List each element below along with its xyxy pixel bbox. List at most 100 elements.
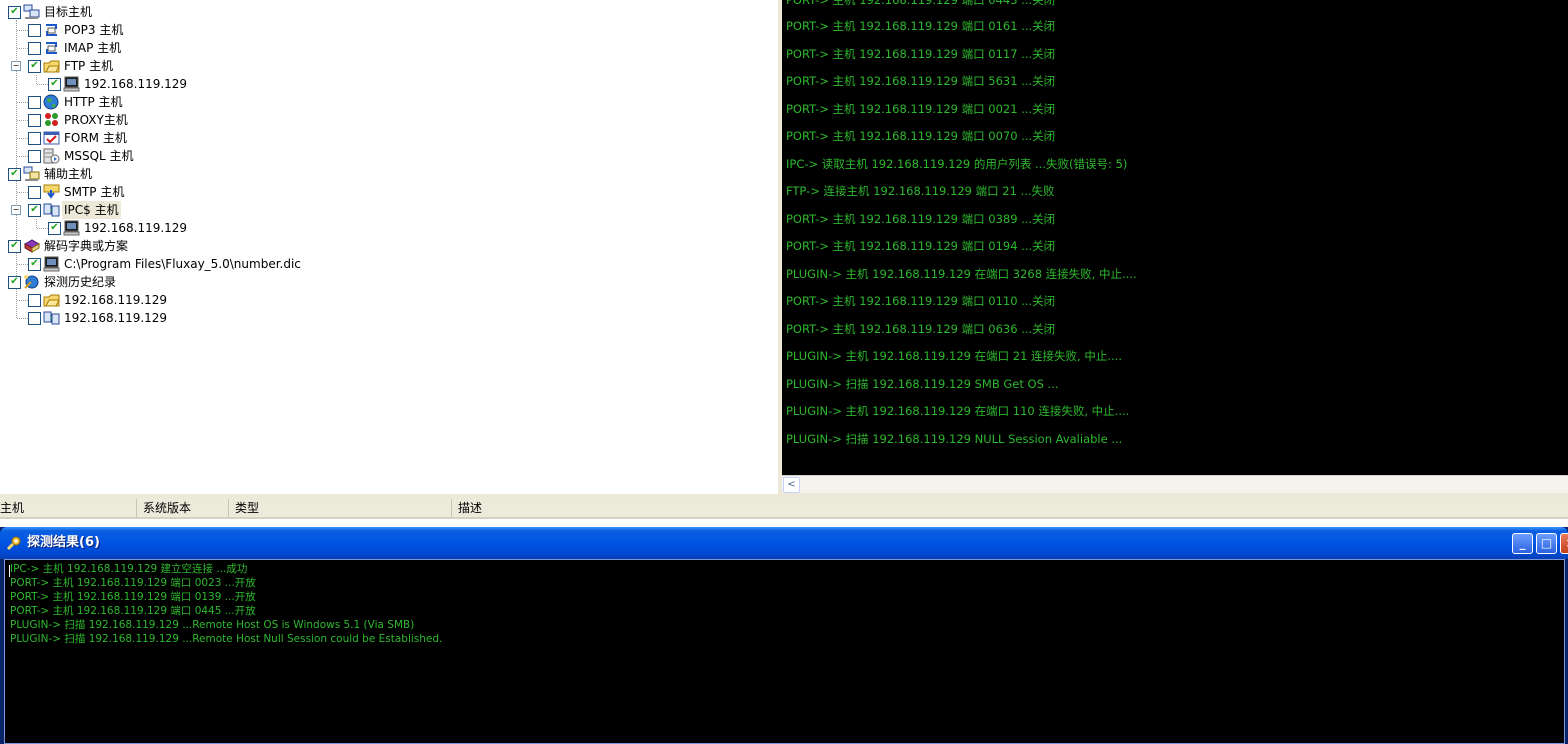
column-header-description[interactable]: 描述 xyxy=(452,499,1568,517)
tree-node-label: FORM 主机 xyxy=(64,131,127,145)
tree-node-history-item[interactable]: 192.168.119.129 xyxy=(28,291,169,309)
log-line: PORT-> 主机 192.168.119.129 端口 0117 ...关闭 xyxy=(786,47,1056,61)
scan-log-panel[interactable]: PORT-> 主机 192.168.119.129 端口 0443 ...关闭 … xyxy=(782,0,1568,475)
tree-node-form[interactable]: FORM 主机 xyxy=(28,129,129,147)
checkbox[interactable] xyxy=(28,41,41,55)
tree-connector xyxy=(17,156,28,157)
tree-node-history-item[interactable]: 192.168.119.129 xyxy=(28,309,169,327)
tree-node-label: 目标主机 xyxy=(44,5,93,19)
network-hosts-icon xyxy=(23,4,40,19)
close-button[interactable]: × xyxy=(1560,533,1568,554)
checkbox[interactable]: ✔ xyxy=(48,77,61,91)
tree-node-target-hosts[interactable]: ✔ 目标主机 xyxy=(8,3,94,21)
tree-node-label: HTTP 主机 xyxy=(64,95,123,109)
checkbox[interactable] xyxy=(28,311,41,325)
checkbox[interactable] xyxy=(28,185,41,199)
log-line: PORT-> 主机 192.168.119.129 端口 0389 ...关闭 xyxy=(786,212,1056,226)
log-line: PLUGIN-> 主机 192.168.119.129 在端口 110 连接失败… xyxy=(786,404,1130,418)
tree-connector xyxy=(37,228,48,229)
tree-node-pop3[interactable]: POP3 主机 xyxy=(28,21,125,39)
column-header-os-version[interactable]: 系统版本 xyxy=(137,499,229,517)
checkbox[interactable] xyxy=(28,23,41,37)
results-table-header: 主机 系统版本 类型 描述 xyxy=(0,499,1568,519)
tree-connector xyxy=(17,264,28,265)
log-line: FTP-> 连接主机 192.168.119.129 端口 21 ...失败 xyxy=(786,184,1055,198)
ipc-share-icon xyxy=(43,311,60,325)
checkbox[interactable]: ✔ xyxy=(8,5,21,19)
checkbox[interactable]: ✔ xyxy=(8,275,21,289)
network-hosts-icon xyxy=(23,166,40,181)
tree-node-http[interactable]: HTTP 主机 xyxy=(28,93,125,111)
tree-node-ftp[interactable]: ✔ FTP 主机 xyxy=(28,57,115,75)
tree-node-auxiliary-hosts[interactable]: ✔ 辅助主机 xyxy=(8,165,94,183)
tree-node-mssql[interactable]: MSSQL 主机 xyxy=(28,147,136,165)
tree-connector xyxy=(17,138,28,139)
tree-node-imap[interactable]: IMAP 主机 xyxy=(28,39,123,57)
computer-icon xyxy=(63,220,80,236)
computer-icon xyxy=(63,76,80,92)
log-line: PLUGIN-> 扫描 192.168.119.129 NULL Session… xyxy=(786,432,1123,446)
mail-exchange-icon xyxy=(46,24,57,36)
checkbox[interactable]: ✔ xyxy=(28,257,41,271)
result-line: IPC-> 主机 192.168.119.129 建立空连接 ...成功 xyxy=(10,563,248,575)
tree-node-label: FTP 主机 xyxy=(64,59,114,73)
checkbox[interactable] xyxy=(28,149,41,163)
result-line: PORT-> 主机 192.168.119.129 端口 0445 ...开放 xyxy=(10,605,256,617)
checkbox[interactable] xyxy=(28,131,41,145)
checkbox[interactable]: ✔ xyxy=(48,221,61,235)
tree-node-proxy[interactable]: PROXY主机 xyxy=(28,111,130,129)
tree-node-history[interactable]: ✔ 探测历史纪录 xyxy=(8,273,118,291)
tree-node-ipc[interactable]: ✔ IPC$ 主机 xyxy=(28,201,121,219)
tree-node-dictionary[interactable]: ✔ 解码字典或方案 xyxy=(8,237,130,255)
log-line: PORT-> 主机 192.168.119.129 端口 5631 ...关闭 xyxy=(786,74,1056,88)
form-check-icon xyxy=(43,131,60,145)
probe-results-icon xyxy=(6,536,21,551)
window-titlebar[interactable]: 探测结果(6) _ □ × xyxy=(0,527,1568,559)
tree-node-label: 探测历史纪录 xyxy=(44,275,117,289)
checkbox[interactable] xyxy=(28,95,41,109)
result-line: PLUGIN-> 扫描 192.168.119.129 ...Remote Ho… xyxy=(10,633,443,645)
tree-node-label: 解码字典或方案 xyxy=(44,239,129,253)
checkbox[interactable]: ✔ xyxy=(28,59,41,73)
log-line: PORT-> 主机 192.168.119.129 端口 0443 ...关闭 xyxy=(786,0,1056,7)
ipc-share-icon xyxy=(43,203,60,217)
checkbox[interactable] xyxy=(28,293,41,307)
tree-node-label: 辅助主机 xyxy=(44,167,93,181)
tree-node-ftp-host[interactable]: ✔ 192.168.119.129 xyxy=(48,75,189,93)
results-table-body[interactable] xyxy=(0,519,1568,527)
tree-node-label: C:\Program Files\Fluxay_5.0\number.dic xyxy=(64,257,301,271)
result-line: PORT-> 主机 192.168.119.129 端口 0139 ...开放 xyxy=(10,591,256,603)
maximize-button[interactable]: □ xyxy=(1536,533,1557,554)
checkbox[interactable] xyxy=(28,113,41,127)
tree-node-label: POP3 主机 xyxy=(64,23,124,37)
result-line: PORT-> 主机 192.168.119.129 端口 0023 ...开放 xyxy=(10,577,256,589)
tree-node-smtp[interactable]: SMTP 主机 xyxy=(28,183,126,201)
checkbox[interactable]: ✔ xyxy=(28,203,41,217)
expand-collapse-toggle[interactable]: − xyxy=(11,205,21,215)
tree-connector xyxy=(17,102,28,103)
mail-exchange-icon xyxy=(46,42,57,54)
log-line: PORT-> 主机 192.168.119.129 端口 0110 ...关闭 xyxy=(786,294,1056,308)
tree-connector xyxy=(36,219,37,228)
dictionary-book-icon xyxy=(23,239,40,253)
log-line: PORT-> 主机 192.168.119.129 端口 0636 ...关闭 xyxy=(786,322,1056,336)
tree-connector xyxy=(37,84,48,85)
log-line: PORT-> 主机 192.168.119.129 端口 0194 ...关闭 xyxy=(786,239,1056,253)
checkbox[interactable]: ✔ xyxy=(8,239,21,253)
scroll-left-icon[interactable]: < xyxy=(783,477,800,493)
ftp-folder-icon xyxy=(43,294,60,307)
tree-node-ipc-host[interactable]: ✔ 192.168.119.129 xyxy=(48,219,189,237)
host-tree-panel[interactable]: − − ✔ 目标主机 POP3 主机 IMAP 主机 ✔ FTP 主机 ✔ 19… xyxy=(0,0,778,494)
column-header-host[interactable]: 主机 xyxy=(0,499,137,517)
tree-node-dictionary-file[interactable]: ✔ C:\Program Files\Fluxay_5.0\number.dic xyxy=(28,255,303,273)
horizontal-scrollbar[interactable]: < xyxy=(782,475,1568,493)
minimize-button[interactable]: _ xyxy=(1512,533,1533,554)
probe-results-text[interactable]: IPC-> 主机 192.168.119.129 建立空连接 ...成功 POR… xyxy=(4,559,1565,744)
log-line: PORT-> 主机 192.168.119.129 端口 0021 ...关闭 xyxy=(786,102,1056,116)
expand-collapse-toggle[interactable]: − xyxy=(11,61,21,71)
globe-icon xyxy=(43,94,59,110)
tree-node-label: 192.168.119.129 xyxy=(84,77,188,91)
tree-connector xyxy=(17,48,28,49)
checkbox[interactable]: ✔ xyxy=(8,167,21,181)
column-header-type[interactable]: 类型 xyxy=(229,499,452,517)
